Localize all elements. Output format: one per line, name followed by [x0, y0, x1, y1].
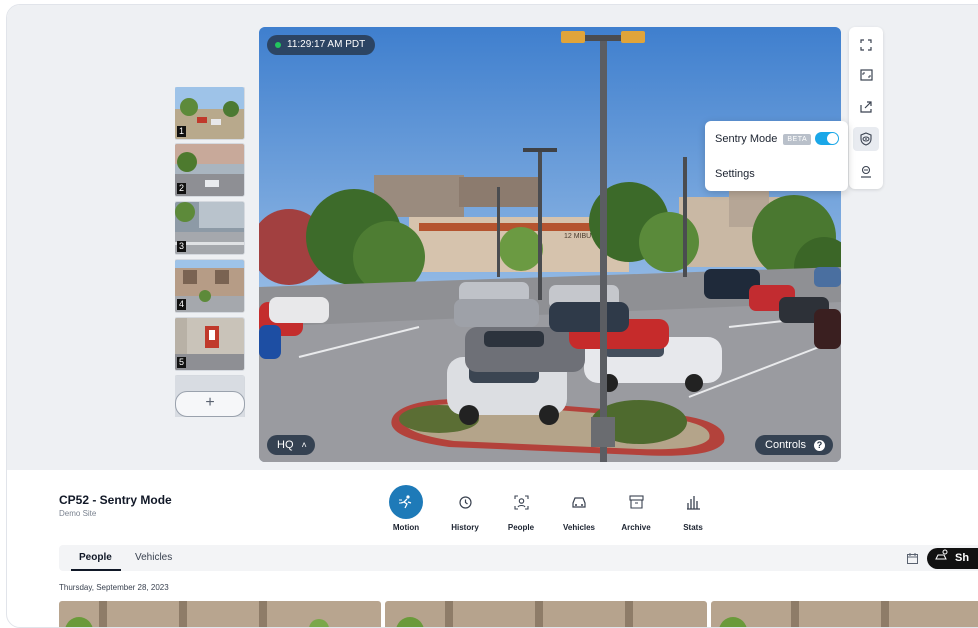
show-button-label: Sh [955, 552, 970, 564]
toggle-knob [827, 133, 838, 144]
sentry-mode-label: Sentry Mode [715, 133, 778, 145]
camera-thumbnail-2[interactable]: 2 [175, 144, 244, 196]
history-icon [448, 485, 482, 519]
camera-thumbnail-list[interactable]: 1 2 3 4 5 [175, 87, 245, 417]
clip-card[interactable] [59, 601, 381, 627]
app-frame: 1 2 3 4 5 + 12 MIBU 11:29:17 AM PDT HQ ˄… [6, 4, 978, 628]
view-toolbar [849, 27, 883, 189]
results-tabs: People Vehicles [59, 545, 978, 571]
thumbnail-number: 5 [177, 357, 186, 368]
help-icon: ? [814, 439, 825, 451]
clip-card[interactable] [385, 601, 707, 627]
building-sign: 12 MIBU [564, 233, 591, 240]
add-camera-button[interactable]: + [175, 391, 245, 417]
car-gray [465, 327, 585, 372]
site-name: Demo Site [59, 509, 97, 518]
camera-thumbnail-4[interactable]: 4 [175, 260, 244, 312]
nav-label: Vehicles [562, 523, 596, 532]
nav-vehicles[interactable]: Vehicles [553, 485, 605, 532]
share-icon[interactable] [853, 95, 879, 119]
page-title: CP52 - Sentry Mode [59, 493, 172, 507]
thumbnail-number: 3 [177, 241, 186, 252]
expand-icon[interactable] [853, 33, 879, 57]
show-button[interactable]: Sh [927, 548, 978, 569]
camera-scene: 12 MIBU [259, 27, 841, 462]
tab-vehicles[interactable]: Vehicles [135, 552, 172, 563]
vehicle-person-icon [935, 548, 951, 569]
beta-badge: BETA [783, 133, 812, 145]
sentry-eye-icon[interactable] [853, 127, 879, 151]
timestamp-text: 11:29:17 AM PDT [287, 39, 366, 50]
calendar-icon[interactable] [907, 553, 918, 567]
camera-live-view[interactable]: 12 MIBU 11:29:17 AM PDT HQ ˄ Controls ? [259, 27, 841, 462]
nav-label: People [507, 523, 535, 532]
thumbnail-number: 4 [177, 299, 186, 310]
nav-stats[interactable]: Stats [667, 485, 719, 532]
clip-card[interactable] [711, 601, 978, 627]
quality-selector[interactable]: HQ ˄ [267, 435, 315, 455]
live-timestamp: 11:29:17 AM PDT [267, 35, 376, 55]
date-heading: Thursday, September 28, 2023 [59, 583, 169, 592]
people-icon [504, 485, 538, 519]
tab-people[interactable]: People [79, 552, 112, 563]
face-scan-icon[interactable] [853, 159, 879, 183]
nav-label: Archive [621, 523, 651, 532]
camera-thumbnail-5[interactable]: 5 [175, 318, 244, 370]
thumbnail-number: 1 [177, 126, 186, 137]
settings-label: Settings [715, 168, 755, 180]
nav-people[interactable]: People [495, 485, 547, 532]
nav-label: Stats [683, 523, 703, 532]
chevron-up-icon: ˄ [301, 440, 307, 450]
live-indicator-icon [275, 42, 281, 48]
sentry-mode-row: Sentry Mode BETA [715, 133, 812, 145]
motion-icon [389, 485, 423, 519]
archive-icon [619, 485, 653, 519]
nav-label: History [451, 523, 479, 532]
nav-motion[interactable]: Motion [380, 485, 432, 532]
settings-menu-item[interactable]: Settings [715, 168, 755, 180]
nav-label: Motion [392, 523, 420, 532]
camera-thumbnail-3[interactable]: 3 [175, 202, 244, 254]
camera-thumbnail-1[interactable]: 1 [175, 87, 244, 139]
stats-icon [676, 485, 710, 519]
thumbnail-number: 2 [177, 183, 186, 194]
sentry-mode-popover: Sentry Mode BETA Settings [705, 121, 848, 191]
nav-history[interactable]: History [439, 485, 491, 532]
nav-archive[interactable]: Archive [610, 485, 662, 532]
quality-label: HQ [277, 439, 294, 451]
controls-button[interactable]: Controls ? [755, 435, 833, 455]
fit-icon[interactable] [853, 63, 879, 87]
vehicles-icon [562, 485, 596, 519]
sentry-mode-toggle[interactable] [815, 132, 839, 145]
active-tab-indicator [71, 569, 121, 571]
controls-label: Controls [765, 439, 806, 451]
